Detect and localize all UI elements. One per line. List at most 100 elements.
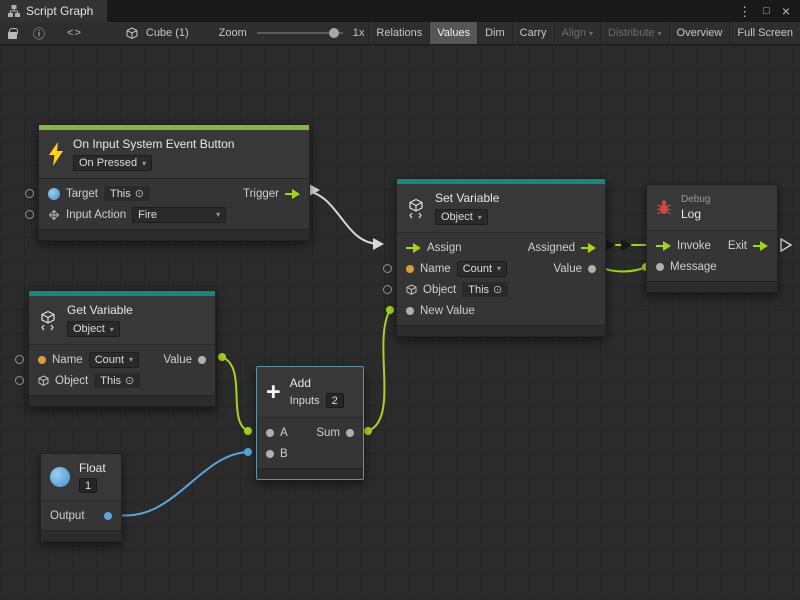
- overview-button[interactable]: Overview: [669, 22, 730, 44]
- a-input-port[interactable]: [266, 429, 274, 437]
- close-icon[interactable]: ×: [782, 4, 790, 18]
- node-float[interactable]: Float 1 Output: [40, 453, 122, 542]
- inputs-count-field[interactable]: 2: [326, 393, 344, 408]
- port-label: Invoke: [677, 240, 711, 252]
- values-button[interactable]: Values: [429, 22, 477, 44]
- chevron-down-icon: ▾: [129, 355, 133, 364]
- value-output-port[interactable]: [198, 356, 206, 364]
- carry-button[interactable]: Carry: [512, 22, 554, 44]
- row-target: Target This ⊙ Trigger: [39, 183, 309, 204]
- wire-getvalue-adda[interactable]: [222, 357, 248, 431]
- value-output-port[interactable]: [588, 265, 596, 273]
- code-view-button[interactable]: <>: [53, 22, 96, 44]
- button-label: Full Screen: [737, 27, 793, 39]
- distribute-button[interactable]: Distribute▾: [600, 22, 668, 44]
- input-action-dropdown[interactable]: Fire ▾: [132, 207, 226, 223]
- event-mode-dropdown[interactable]: On Pressed ▾: [73, 155, 152, 171]
- graph-owner[interactable]: [122, 22, 142, 44]
- relations-button[interactable]: Relations: [368, 22, 429, 44]
- string-port[interactable]: [406, 265, 414, 273]
- flow-output-port[interactable]: [753, 241, 768, 251]
- graph-owner-label: Cube (1): [142, 22, 193, 44]
- row-name: Name Count ▾ Value: [397, 258, 605, 279]
- port-label: Value: [553, 263, 582, 275]
- object-field[interactable]: This ⊙: [94, 373, 140, 388]
- info-icon: ⓘ: [33, 25, 45, 42]
- node-set-variable[interactable]: Set Variable Object ▾ Assign Assigned Na…: [396, 178, 606, 337]
- exit-stub-arrow[interactable]: [781, 239, 791, 251]
- variable-name-dropdown[interactable]: Count ▾: [89, 352, 139, 368]
- string-port[interactable]: [38, 356, 46, 364]
- dim-button[interactable]: Dim: [477, 22, 512, 44]
- dropdown-value: Count: [463, 263, 492, 275]
- message-input-port[interactable]: [656, 263, 664, 271]
- lock-button[interactable]: [0, 22, 25, 44]
- node-get-variable[interactable]: Get Variable Object ▾ Name Count ▾ Value: [28, 290, 216, 407]
- input-port[interactable]: [15, 355, 24, 364]
- flow-output-port[interactable]: [285, 189, 300, 199]
- b-input-port[interactable]: [266, 450, 274, 458]
- info-button[interactable]: ⓘ: [25, 22, 53, 44]
- port-label: Value: [163, 354, 192, 366]
- wire-trigger-assign[interactable]: [301, 190, 379, 244]
- fullscreen-button[interactable]: Full Screen: [729, 22, 800, 44]
- tab-script-graph[interactable]: Script Graph: [0, 0, 107, 22]
- wire-value-message[interactable]: [600, 267, 646, 272]
- input-port[interactable]: [383, 264, 392, 273]
- input-port[interactable]: [15, 376, 24, 385]
- port-label: Target: [66, 188, 98, 200]
- window-tab-bar: Script Graph ⋮ □ ×: [0, 0, 800, 22]
- new-value-input-port[interactable]: [406, 307, 414, 315]
- target-object-field[interactable]: This ⊙: [104, 186, 150, 201]
- node-on-input-system-event[interactable]: On Input System Event Button On Pressed …: [38, 124, 310, 241]
- flow-input-port[interactable]: [656, 241, 671, 251]
- port-label: Object: [55, 375, 88, 387]
- row-message: Message: [647, 256, 777, 277]
- plus-icon: +: [266, 381, 281, 403]
- port-label: Input Action: [66, 209, 126, 221]
- output-port[interactable]: [104, 512, 112, 520]
- dropdown-value: Fire: [138, 209, 157, 221]
- port-label: Assign: [427, 242, 462, 254]
- object-field[interactable]: This ⊙: [462, 282, 508, 297]
- wire-endpoint: [364, 427, 372, 435]
- node-add[interactable]: + Add Inputs 2 A Sum B: [256, 366, 364, 480]
- port-label: Name: [52, 354, 83, 366]
- chevron-down-icon: ▾: [216, 210, 220, 219]
- chip-value: This: [468, 284, 489, 296]
- align-button[interactable]: Align▾: [554, 22, 600, 44]
- node-footer: [397, 325, 605, 336]
- variable-kind-dropdown[interactable]: Object ▾: [435, 209, 488, 225]
- flow-input-port[interactable]: [406, 243, 421, 253]
- variable-kind-dropdown[interactable]: Object ▾: [67, 321, 120, 337]
- input-port[interactable]: [25, 189, 34, 198]
- flow-output-port[interactable]: [581, 243, 596, 253]
- input-port[interactable]: [25, 210, 34, 219]
- port-label: Output: [50, 510, 85, 522]
- zoom-slider-handle[interactable]: [329, 28, 339, 38]
- chip-value: This: [100, 375, 121, 387]
- variable-name-dropdown[interactable]: Count ▾: [457, 261, 507, 277]
- maximize-icon[interactable]: □: [763, 6, 770, 17]
- sum-output-port[interactable]: [346, 429, 354, 437]
- wire-arrowhead: [309, 184, 320, 196]
- port-label: Sum: [316, 427, 340, 439]
- row-invoke: Invoke Exit: [647, 235, 777, 256]
- kebab-menu-icon[interactable]: ⋮: [738, 5, 751, 18]
- wire-sum-newvalue[interactable]: [368, 310, 390, 431]
- float-value-field[interactable]: 1: [79, 478, 97, 493]
- input-port[interactable]: [383, 285, 392, 294]
- row-output: Output: [41, 505, 121, 526]
- lightning-icon: [48, 142, 64, 166]
- graph-canvas[interactable]: On Input System Event Button On Pressed …: [0, 45, 800, 600]
- zoom-slider[interactable]: [257, 32, 343, 34]
- zoom-label: Zoom: [215, 22, 251, 44]
- zoom-value: 1x: [349, 22, 369, 44]
- wire-float-addb[interactable]: [112, 452, 248, 516]
- row-a-sum: A Sum: [257, 422, 363, 443]
- node-footer: [647, 281, 777, 292]
- node-debug-log[interactable]: Debug Log Invoke Exit Message: [646, 184, 778, 293]
- port-label: Assigned: [528, 242, 575, 254]
- button-label: Distribute: [608, 27, 654, 39]
- port-label: Trigger: [243, 188, 279, 200]
